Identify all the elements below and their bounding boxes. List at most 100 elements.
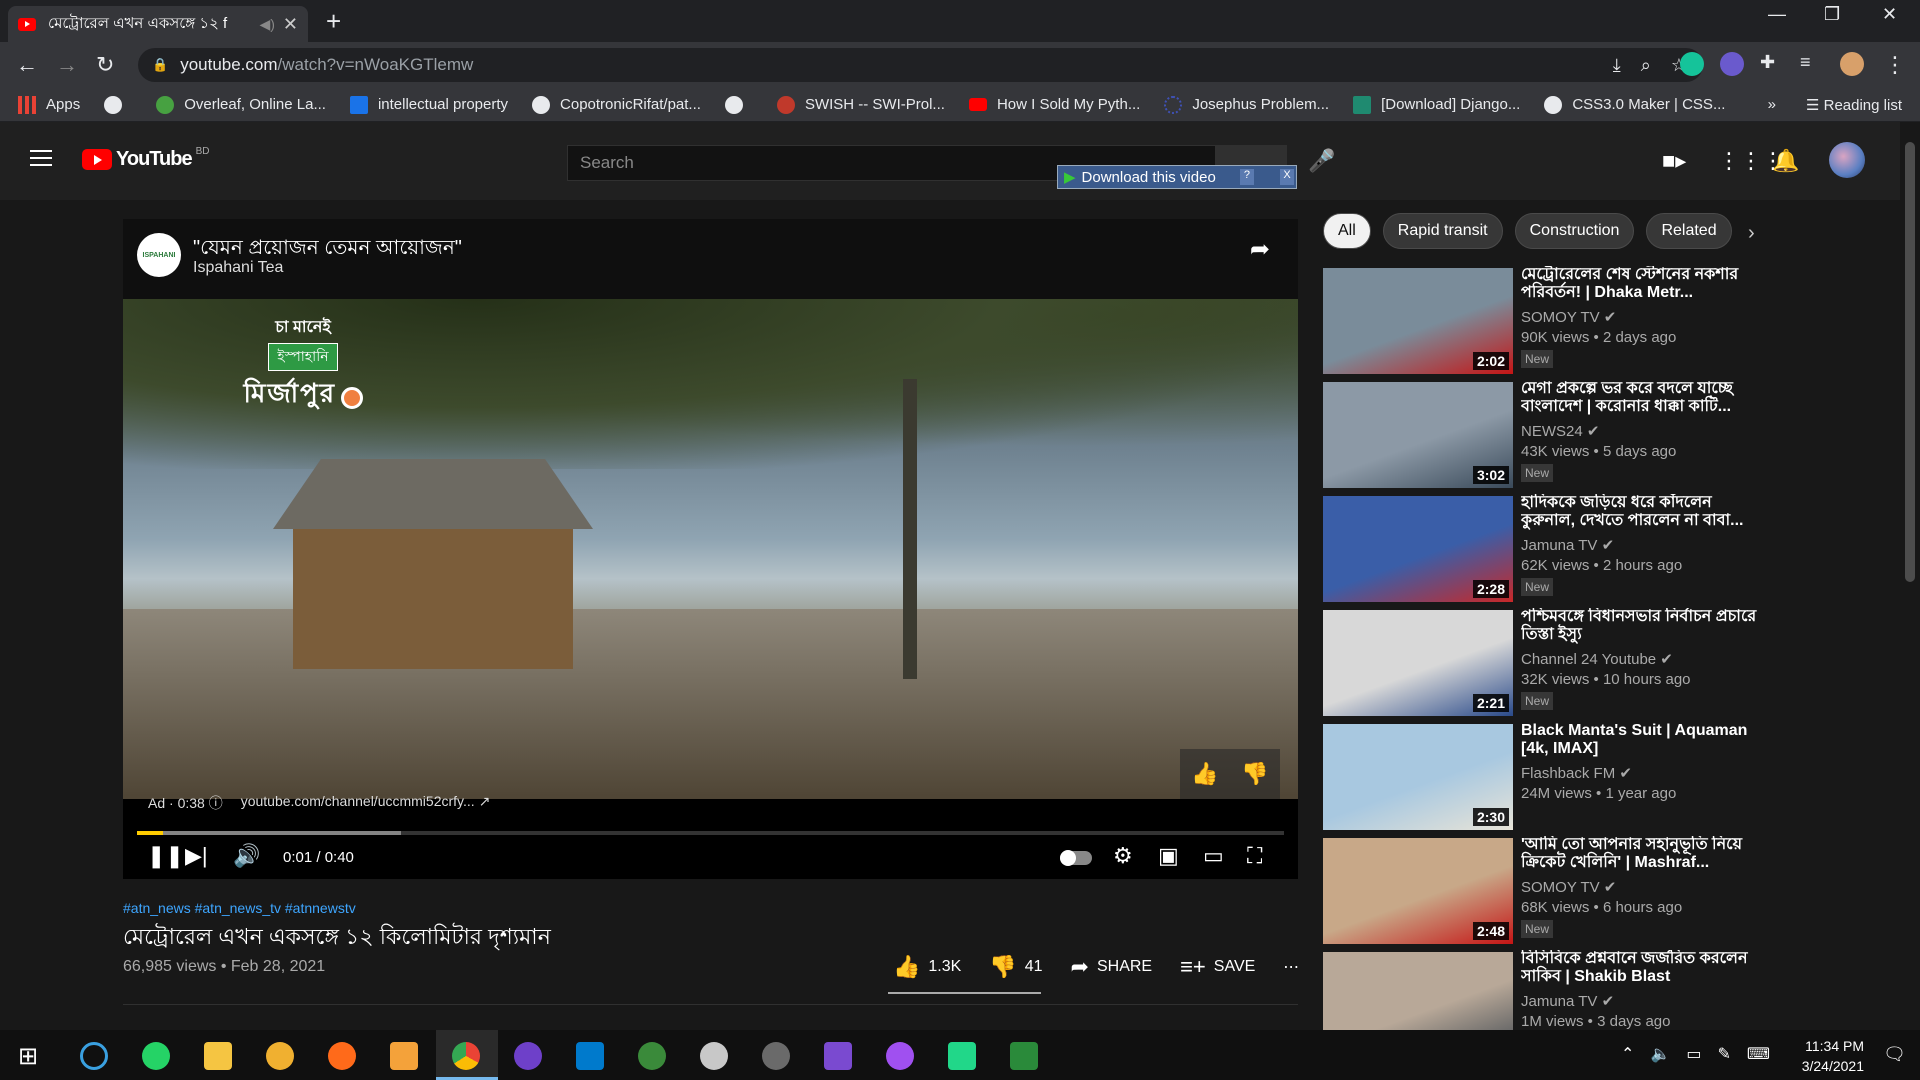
close-window-icon[interactable]: ✕ bbox=[1882, 4, 1897, 25]
like-button[interactable]: 👍 1.3K bbox=[893, 954, 961, 980]
chrome-icon[interactable] bbox=[452, 1042, 480, 1070]
messenger-icon[interactable] bbox=[886, 1042, 914, 1070]
bookmark-globe[interactable] bbox=[104, 95, 132, 114]
page-scrollbar[interactable] bbox=[1900, 122, 1920, 1030]
extension-icon[interactable] bbox=[1720, 52, 1744, 76]
extensions-puzzle-icon[interactable]: ✚ bbox=[1760, 52, 1775, 73]
grammarly-extension-icon[interactable] bbox=[1680, 52, 1704, 76]
volume-icon[interactable]: 🔊 bbox=[233, 843, 260, 869]
chip-all[interactable]: All bbox=[1323, 213, 1371, 249]
autoplay-toggle[interactable] bbox=[1060, 850, 1092, 866]
github-desktop-icon[interactable] bbox=[514, 1042, 542, 1070]
search-icon[interactable] bbox=[80, 1042, 108, 1070]
video-player[interactable]: ISPAHANI "যেমন প্রয়োজন তেমন আয়োজন" Isp… bbox=[123, 219, 1298, 879]
ad-advertiser[interactable]: Ispahani Tea bbox=[193, 259, 283, 277]
network-icon[interactable]: ▭ bbox=[1686, 1044, 1701, 1064]
app-icon[interactable] bbox=[700, 1042, 728, 1070]
media-control-icon[interactable]: ≡ bbox=[1800, 52, 1811, 73]
close-tab-icon[interactable]: ✕ bbox=[283, 14, 298, 35]
recommendation-thumbnail[interactable]: 2:30 bbox=[1323, 724, 1513, 830]
recommendation-thumbnail[interactable]: 2:21 bbox=[1323, 610, 1513, 716]
pause-icon[interactable]: ❚❚ bbox=[147, 843, 184, 869]
share-button[interactable]: ➦ SHARE bbox=[1071, 954, 1153, 980]
zoom-icon[interactable]: ⌕ bbox=[1641, 55, 1651, 76]
youtube-logo[interactable]: YouTube BD bbox=[82, 146, 209, 171]
bookmark-css-maker[interactable]: CSS3.0 Maker | CSS... bbox=[1544, 95, 1725, 114]
ad-thumbs-up-icon[interactable]: 👍 bbox=[1191, 761, 1218, 787]
recommendation-channel[interactable]: SOMOY TV ✔ bbox=[1521, 878, 1761, 896]
restore-icon[interactable]: ❐ bbox=[1824, 4, 1840, 25]
pen-icon[interactable]: ✎ bbox=[1718, 1044, 1731, 1064]
recommendation-thumbnail[interactable]: 2:02 bbox=[1323, 268, 1513, 374]
recommendation-item[interactable]: 2:28 হাদিককে জড়িয়ে ধরে কাঁদলেন কুরুনাল,… bbox=[1323, 494, 1763, 608]
menu-icon[interactable]: ⋮ bbox=[1884, 52, 1906, 78]
bookmark-josephus[interactable]: Josephus Problem... bbox=[1164, 95, 1329, 114]
address-bar[interactable]: 🔒 youtube.com/watch?v=nWoaKGTlemw ⤓ ⌕ ☆ bbox=[138, 48, 1703, 82]
ad-link[interactable]: youtube.com/channel/uccmmi52crfy... ↗ bbox=[241, 793, 491, 813]
notifications-bell-icon[interactable]: 🔔 bbox=[1772, 148, 1799, 174]
app-icon[interactable] bbox=[390, 1042, 418, 1070]
app-icon[interactable] bbox=[762, 1042, 790, 1070]
info-icon[interactable]: ⓘ bbox=[209, 795, 223, 811]
firefox-icon[interactable] bbox=[328, 1042, 356, 1070]
help-icon[interactable]: ? bbox=[1239, 169, 1254, 185]
app-icon[interactable] bbox=[266, 1042, 294, 1070]
keyboard-icon[interactable]: ⌨ bbox=[1747, 1044, 1770, 1064]
chevron-right-icon[interactable]: › bbox=[1748, 222, 1755, 245]
bookmark-swish[interactable]: SWISH -- SWI-Prol... bbox=[776, 95, 945, 114]
dislike-button[interactable]: 👎 41 bbox=[989, 954, 1042, 980]
whatsapp-icon[interactable] bbox=[142, 1042, 170, 1070]
recommendation-channel[interactable]: SOMOY TV ✔ bbox=[1521, 308, 1761, 326]
reading-list-button[interactable]: ☰ Reading list bbox=[1806, 96, 1902, 114]
volume-tray-icon[interactable]: 🔈 bbox=[1650, 1044, 1670, 1064]
bookmark-youtube[interactable]: How I Sold My Pyth... bbox=[968, 96, 1140, 113]
browser-tab[interactable]: মেট্রোরেল এখন একসঙ্গে ১২ f ◀) ✕ bbox=[8, 6, 308, 42]
file-explorer-icon[interactable] bbox=[204, 1042, 232, 1070]
bookmark-overleaf[interactable]: Overleaf, Online La... bbox=[156, 95, 326, 114]
microphone-icon[interactable]: 🎤 bbox=[1308, 148, 1335, 174]
install-icon[interactable]: ⤓ bbox=[1613, 55, 1621, 76]
bookmark-django[interactable]: [Download] Django... bbox=[1353, 95, 1520, 114]
hamburger-menu-icon[interactable] bbox=[30, 150, 52, 166]
chip-related[interactable]: Related bbox=[1646, 213, 1732, 249]
recommendation-thumbnail[interactable]: 2:28 bbox=[1323, 496, 1513, 602]
recommendation-title[interactable]: হাদিককে জড়িয়ে ধরে কাঁদলেন কুরুনাল, দেখ… bbox=[1521, 494, 1761, 530]
recommendation-thumbnail[interactable]: 3:02 bbox=[1323, 382, 1513, 488]
forward-icon[interactable]: → bbox=[56, 52, 78, 78]
new-tab-icon[interactable]: + bbox=[326, 6, 341, 37]
profile-avatar[interactable] bbox=[1840, 52, 1864, 76]
recommendation-title[interactable]: 'আমি তো আপনার সহানুভূতি নিয়ে ক্রিকেট খে… bbox=[1521, 836, 1761, 872]
chip-construction[interactable]: Construction bbox=[1514, 213, 1635, 249]
more-actions-icon[interactable]: ⋯ bbox=[1283, 957, 1299, 977]
theater-mode-icon[interactable]: ▭ bbox=[1203, 843, 1224, 869]
miniplayer-icon[interactable]: ▣ bbox=[1158, 843, 1179, 869]
recommendation-title[interactable]: পশ্চিমবঙ্গে বিধানসভার নির্বাচন প্রচারে ত… bbox=[1521, 608, 1761, 644]
mute-icon[interactable]: ◀) bbox=[259, 16, 274, 33]
user-avatar[interactable] bbox=[1829, 142, 1865, 178]
recommendation-item[interactable]: 2:21 পশ্চিমবঙ্গে বিধানসভার নির্বাচন প্রচা… bbox=[1323, 608, 1763, 722]
recommendation-title[interactable]: মেগা প্রকল্পে ভর করে বদলে যাচ্ছে বাংলাদে… bbox=[1521, 380, 1761, 416]
download-video-bar[interactable]: ▶ Download this video ? X bbox=[1057, 165, 1297, 189]
share-arrow-icon[interactable]: ➦ bbox=[1250, 235, 1270, 264]
bookmark-github[interactable]: CopotronicRifat/pat... bbox=[532, 95, 701, 114]
system-clock[interactable]: 11:34 PM 3/24/2021 bbox=[1802, 1036, 1864, 1076]
tray-chevron-icon[interactable]: ⌃ bbox=[1621, 1044, 1634, 1064]
recommendation-item[interactable]: 2:02 মেট্রোরেলের শেষ স্টেশনের নকশার পরিবর… bbox=[1323, 266, 1763, 380]
more-bookmarks-icon[interactable]: » bbox=[1768, 96, 1776, 114]
close-download-bar-icon[interactable]: X bbox=[1279, 169, 1294, 185]
pycharm-icon[interactable] bbox=[948, 1042, 976, 1070]
next-icon[interactable]: ▶| bbox=[185, 843, 208, 869]
minimize-icon[interactable]: — bbox=[1768, 4, 1786, 25]
visual-studio-icon[interactable] bbox=[824, 1042, 852, 1070]
chip-rapid-transit[interactable]: Rapid transit bbox=[1382, 213, 1503, 249]
recommendation-title[interactable]: মেট্রোরেলের শেষ স্টেশনের নকশার পরিবর্তন!… bbox=[1521, 266, 1761, 302]
bookmark-globe-2[interactable] bbox=[724, 95, 753, 114]
back-icon[interactable]: ← bbox=[16, 52, 38, 78]
vscode-icon[interactable] bbox=[576, 1042, 604, 1070]
ad-channel-logo[interactable]: ISPAHANI bbox=[137, 233, 181, 277]
settings-gear-icon[interactable]: ⚙ bbox=[1113, 843, 1133, 869]
bookmark-apps[interactable]: Apps bbox=[18, 95, 80, 114]
recommendation-thumbnail[interactable]: 2:48 bbox=[1323, 838, 1513, 944]
app-icon[interactable] bbox=[1010, 1042, 1038, 1070]
fullscreen-icon[interactable]: ⛶ bbox=[1247, 843, 1262, 869]
